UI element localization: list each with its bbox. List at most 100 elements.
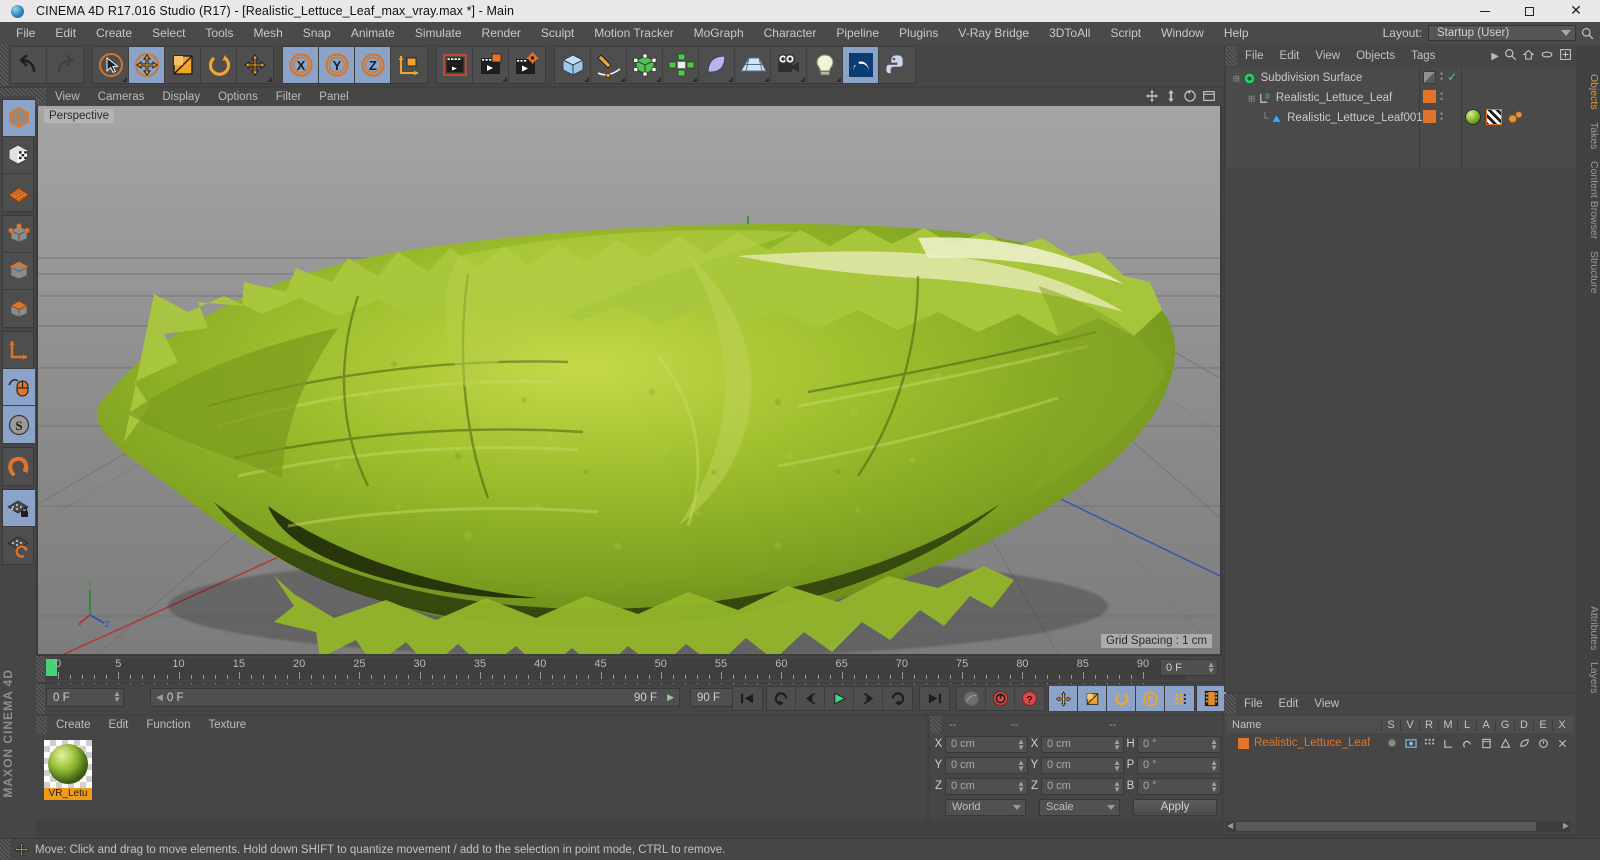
layer-generators-toggle[interactable] bbox=[1496, 738, 1515, 749]
spinner[interactable]: ▲▼ bbox=[1017, 760, 1025, 772]
visibility-dots-icon[interactable]: •• bbox=[1440, 72, 1443, 82]
apply-button[interactable]: Apply bbox=[1133, 799, 1217, 816]
layer-solo-toggle[interactable] bbox=[1382, 738, 1401, 748]
menu-plugins[interactable]: Plugins bbox=[889, 22, 948, 44]
menu-render[interactable]: Render bbox=[472, 22, 531, 44]
coord-rot-p-input[interactable]: 0 °▲▼ bbox=[1137, 757, 1221, 774]
menu-pipeline[interactable]: Pipeline bbox=[826, 22, 889, 44]
material-menu-edit[interactable]: Edit bbox=[100, 716, 138, 734]
menu-select[interactable]: Select bbox=[142, 22, 195, 44]
material-tag-icon[interactable] bbox=[1465, 109, 1481, 125]
tab-attributes[interactable]: Attributes bbox=[1576, 600, 1600, 656]
workplane-icon[interactable] bbox=[3, 174, 35, 211]
camera-icon[interactable] bbox=[771, 47, 807, 83]
menu-script[interactable]: Script bbox=[1100, 22, 1151, 44]
scrollbar-thumb[interactable] bbox=[1236, 822, 1536, 831]
search-icon[interactable] bbox=[1504, 48, 1517, 64]
record-rotation-button[interactable] bbox=[1107, 686, 1136, 711]
menu-tools[interactable]: Tools bbox=[195, 22, 243, 44]
layer-render-toggle[interactable] bbox=[1420, 738, 1439, 749]
edges-mode-icon[interactable] bbox=[3, 253, 35, 290]
close-button[interactable]: ✕ bbox=[1552, 0, 1600, 22]
visibility-dots-icon[interactable]: •• bbox=[1440, 112, 1443, 122]
floor-environment-icon[interactable] bbox=[735, 47, 771, 83]
ellipse-icon[interactable] bbox=[1540, 48, 1554, 64]
layout-dropdown[interactable]: Startup (User) bbox=[1428, 25, 1576, 41]
axis-y-icon[interactable]: Y bbox=[319, 47, 355, 83]
layer-col-a[interactable]: A bbox=[1476, 719, 1495, 731]
coord-size-x-input[interactable]: 0 cm▲▼ bbox=[1041, 736, 1124, 753]
layer-lock-toggle[interactable] bbox=[1458, 738, 1477, 749]
material-swatch[interactable]: VR_Letu bbox=[44, 740, 92, 798]
nurbs-generator-icon[interactable] bbox=[627, 47, 663, 83]
points-mode-icon[interactable] bbox=[3, 216, 35, 253]
play-forwards-loop-button[interactable] bbox=[883, 686, 912, 711]
object-menu-edit[interactable]: Edit bbox=[1272, 46, 1308, 66]
menu-mesh[interactable]: Mesh bbox=[243, 22, 292, 44]
layer-col-x[interactable]: X bbox=[1552, 719, 1571, 731]
layer-manager-toggle[interactable] bbox=[1439, 738, 1458, 749]
layer-xref-toggle[interactable] bbox=[1553, 738, 1572, 749]
minimize-button[interactable] bbox=[1462, 0, 1507, 22]
timeline-grip[interactable] bbox=[36, 656, 45, 682]
object-manager-tree[interactable]: ⊞ Subdivision Surface •• ✓ ⊞ 0 Realistic… bbox=[1227, 68, 1575, 168]
viewport-menu-filter[interactable]: Filter bbox=[267, 88, 311, 106]
axis-x-icon[interactable]: X bbox=[283, 47, 319, 83]
spline-pen-icon[interactable] bbox=[591, 47, 627, 83]
viewport-menu-view[interactable]: View bbox=[46, 88, 89, 106]
tab-takes[interactable]: Takes bbox=[1576, 116, 1600, 155]
coord-pos-z-input[interactable]: 0 cm▲▼ bbox=[945, 778, 1028, 795]
viewport-menu-display[interactable]: Display bbox=[153, 88, 209, 106]
status-bar-grip[interactable] bbox=[0, 839, 10, 860]
tab-layers[interactable]: Layers bbox=[1576, 656, 1600, 700]
layer-animation-toggle[interactable] bbox=[1477, 738, 1496, 749]
visibility-dots-icon[interactable]: •• bbox=[1440, 92, 1443, 102]
coord-size-z-input[interactable]: 0 cm▲▼ bbox=[1041, 778, 1124, 795]
range-right-arrow-icon[interactable]: ▶ bbox=[667, 692, 674, 703]
menu-vray-bridge[interactable]: V-Ray Bridge bbox=[948, 22, 1039, 44]
object-color-tag[interactable] bbox=[1423, 110, 1436, 123]
expand-toggle[interactable]: ⊞ bbox=[1248, 92, 1255, 105]
scroll-right-arrow-icon[interactable]: ▶ bbox=[1563, 821, 1569, 830]
coord-rot-h-input[interactable]: 0 °▲▼ bbox=[1137, 736, 1221, 753]
object-row-subdivision-surface[interactable]: ⊞ Subdivision Surface bbox=[1227, 68, 1419, 88]
record-pla-button[interactable]: P bbox=[1136, 686, 1165, 711]
coord-rot-b-input[interactable]: 0 °▲▼ bbox=[1137, 778, 1221, 795]
select-live-icon[interactable] bbox=[93, 47, 129, 83]
zoom-icon[interactable] bbox=[1164, 89, 1178, 106]
spinner[interactable]: ▲▼ bbox=[1017, 781, 1025, 793]
expand-toggle[interactable]: ⊞ bbox=[1233, 72, 1240, 85]
maximize-button[interactable] bbox=[1507, 0, 1552, 22]
scale-tool-icon[interactable] bbox=[165, 47, 201, 83]
scroll-left-arrow-icon[interactable]: ◀ bbox=[1227, 821, 1233, 830]
next-key-button[interactable] bbox=[854, 686, 883, 711]
move-alt-icon[interactable] bbox=[237, 47, 273, 83]
layer-menu-edit[interactable]: Edit bbox=[1271, 694, 1307, 714]
viewport-grip[interactable] bbox=[36, 88, 46, 106]
menu-create[interactable]: Create bbox=[86, 22, 142, 44]
layer-manager-grip[interactable] bbox=[1224, 694, 1236, 714]
menu-sculpt[interactable]: Sculpt bbox=[531, 22, 584, 44]
viewport-menu-cameras[interactable]: Cameras bbox=[89, 88, 154, 106]
play-button[interactable] bbox=[825, 686, 854, 711]
toolbar-grip[interactable] bbox=[0, 44, 8, 86]
layer-expressions-toggle[interactable] bbox=[1534, 738, 1553, 749]
previous-key-button[interactable] bbox=[796, 686, 825, 711]
overflow-arrow-icon[interactable]: ▶ bbox=[1491, 51, 1499, 62]
material-menu-function[interactable]: Function bbox=[137, 716, 199, 734]
menu-3dtoall[interactable]: 3DToAll bbox=[1039, 22, 1100, 44]
world-object-coords-icon[interactable] bbox=[391, 47, 427, 83]
layer-visible-toggle[interactable] bbox=[1401, 738, 1420, 749]
object-row-realistic-lettuce-leaf[interactable]: ⊞ 0 Realistic_Lettuce_Leaf bbox=[1227, 88, 1419, 108]
autokeying-button[interactable] bbox=[986, 686, 1015, 711]
home-icon[interactable] bbox=[1522, 48, 1535, 64]
spinner[interactable]: ▲▼ bbox=[1210, 739, 1218, 751]
menu-motion-tracker[interactable]: Motion Tracker bbox=[584, 22, 683, 44]
spinner[interactable]: ▲▼ bbox=[1210, 781, 1218, 793]
spinner[interactable]: ▲▼ bbox=[1210, 760, 1218, 772]
coord-system-dropdown[interactable]: World bbox=[945, 799, 1026, 816]
tab-content-browser[interactable]: Content Browser bbox=[1576, 155, 1600, 245]
menu-file[interactable]: File bbox=[6, 22, 45, 44]
tab-objects[interactable]: Objects bbox=[1576, 68, 1600, 116]
layer-col-m[interactable]: M bbox=[1438, 719, 1457, 731]
